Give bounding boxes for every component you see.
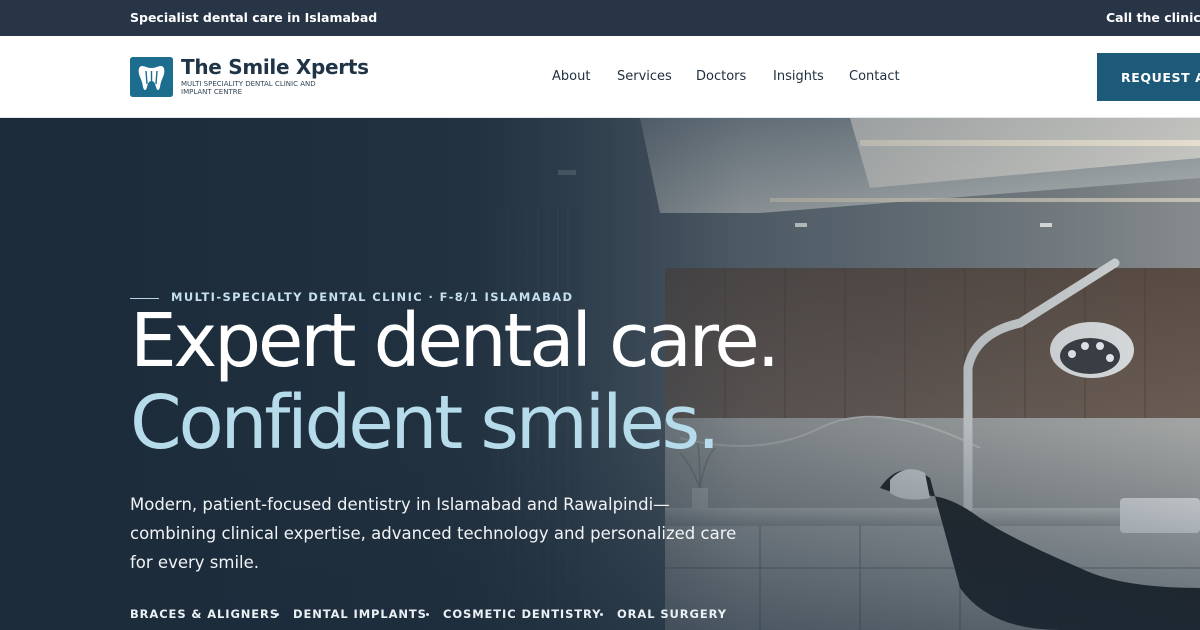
tag-separator [276, 613, 279, 616]
tag-oral-surgery[interactable]: ORAL SURGERY [617, 607, 727, 621]
nav-link-doctors[interactable]: Doctors [696, 69, 746, 84]
tag-separator [600, 613, 603, 616]
hero-heading-line2: Confident smiles. [130, 380, 721, 466]
request-appointment-button[interactable]: REQUEST AP [1097, 53, 1200, 101]
hero-section: MULTI-SPECIALTY DENTAL CLINIC · F-8/1 IS… [0, 118, 1200, 630]
topbar-tagline: Specialist dental care in Islamabad [130, 10, 378, 25]
tag-braces-aligners[interactable]: BRACES & ALIGNERS [130, 607, 279, 621]
top-info-bar: Specialist dental care in Islamabad Call… [0, 0, 1200, 36]
tag-dental-implants[interactable]: DENTAL IMPLANTS [293, 607, 427, 621]
topbar-call-link[interactable]: Call the clinic · [1106, 10, 1200, 25]
nav-link-insights[interactable]: Insights [773, 69, 824, 84]
tag-separator [426, 613, 429, 616]
nav-link-contact[interactable]: Contact [849, 69, 900, 84]
tooth-icon [130, 57, 173, 97]
tag-cosmetic-dentistry[interactable]: COSMETIC DENTISTRY [443, 607, 601, 621]
brand-name: The Smile Xperts [181, 55, 369, 79]
main-navbar: The Smile Xperts MULTI SPECIALITY DENTAL… [0, 36, 1200, 118]
brand-subtitle: MULTI SPECIALITY DENTAL CLINIC AND IMPLA… [181, 80, 316, 96]
nav-link-services[interactable]: Services [617, 69, 672, 84]
hero-lead-text: Modern, patient-focused dentistry in Isl… [130, 495, 737, 572]
hero-heading-line1: Expert dental care. [130, 298, 780, 384]
nav-link-about[interactable]: About [552, 69, 590, 84]
